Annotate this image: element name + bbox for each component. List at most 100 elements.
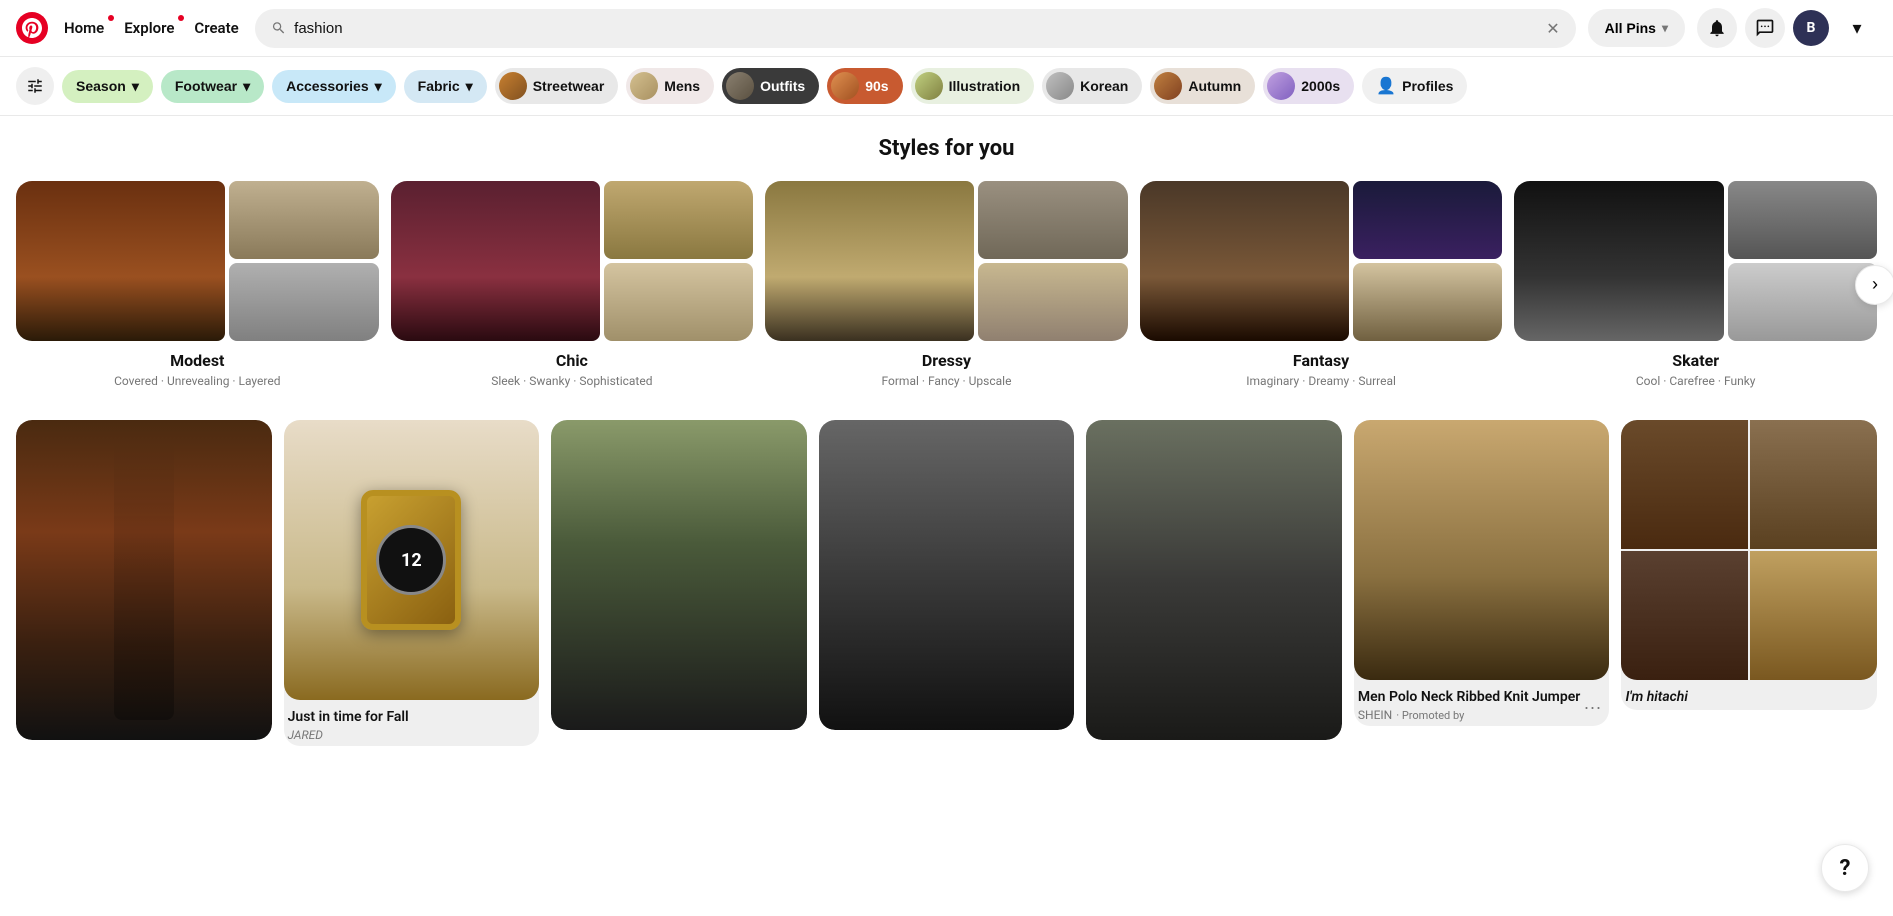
pin-black-coat[interactable] [1086, 420, 1342, 740]
autumn-label: Autumn [1188, 78, 1241, 94]
illustration-thumbnail [915, 72, 943, 100]
style-card-fantasy[interactable]: Fantasy Imaginary · Dreamy · Surreal [1140, 181, 1503, 388]
filter-streetwear[interactable]: Streetwear [495, 68, 619, 104]
pin-knit-image [1354, 420, 1610, 680]
styles-row: Modest Covered · Unrevealing · Layered C… [16, 181, 1877, 388]
promoted-badge: · Promoted by [1396, 709, 1464, 722]
search-input[interactable] [294, 20, 1538, 37]
chic-img-3 [604, 263, 753, 341]
modest-name: Modest [16, 351, 379, 370]
collage-img-4 [1750, 551, 1877, 680]
nav-create[interactable]: Create [190, 11, 242, 45]
fantasy-img-1 [1140, 181, 1349, 341]
accessories-label: Accessories [286, 78, 369, 94]
filter-fabric[interactable]: Fabric ▾ [404, 70, 487, 103]
messages-icon [1755, 18, 1775, 38]
pin-collage-info: I'm hitachi [1621, 680, 1877, 710]
avatar-button[interactable]: B [1793, 10, 1829, 46]
chic-name: Chic [391, 351, 754, 370]
explore-label: Explore [124, 19, 174, 37]
fantasy-img-2 [1353, 181, 1502, 259]
profile-icon: 👤 [1376, 76, 1396, 96]
dressy-tags: Formal · Fancy · Upscale [765, 374, 1128, 388]
filter-settings-button[interactable] [16, 67, 54, 105]
pin-knit-jumper[interactable]: Men Polo Neck Ribbed Knit Jumper SHEIN ·… [1354, 420, 1610, 726]
fantasy-name: Fantasy [1140, 351, 1503, 370]
filter-korean[interactable]: Korean [1042, 68, 1142, 104]
help-button[interactable]: ? [1821, 844, 1869, 892]
pin-watch[interactable]: 12 Just in time for Fall JARED [284, 420, 540, 746]
bell-icon [1707, 18, 1727, 38]
illustration-label: Illustration [949, 78, 1021, 94]
filter-2000s[interactable]: 2000s [1263, 68, 1354, 104]
outfits-label: Outfits [760, 78, 805, 94]
filter-season[interactable]: Season ▾ [62, 70, 153, 103]
question-mark-icon: ? [1840, 856, 1851, 881]
mens-thumbnail [630, 72, 658, 100]
avatar-initial: B [1807, 20, 1816, 36]
pin-knit-info: Men Polo Neck Ribbed Knit Jumper SHEIN ·… [1354, 680, 1610, 726]
filter-autumn[interactable]: Autumn [1150, 68, 1255, 104]
pins-grid: 12 Just in time for Fall JARED Men Polo … [16, 420, 1877, 746]
pin-dark-outfit[interactable] [819, 420, 1075, 730]
pin-collage-title: I'm hitachi [1625, 688, 1873, 706]
all-pins-button[interactable]: All Pins ▾ [1588, 9, 1685, 47]
messages-button[interactable] [1745, 8, 1785, 48]
filter-illustration[interactable]: Illustration [911, 68, 1035, 104]
create-label: Create [194, 19, 238, 37]
search-clear-button[interactable]: ✕ [1546, 19, 1559, 38]
section-title: Styles for you [16, 136, 1877, 161]
outfits-thumbnail [726, 72, 754, 100]
dressy-img-1 [765, 181, 974, 341]
filter-90s[interactable]: 90s [827, 68, 902, 104]
skater-img-1 [1514, 181, 1723, 341]
filter-mens[interactable]: Mens [626, 68, 714, 104]
style-card-modest[interactable]: Modest Covered · Unrevealing · Layered [16, 181, 379, 388]
modest-img-2 [229, 181, 378, 259]
styles-next-button[interactable]: › [1855, 265, 1893, 305]
search-icon [271, 20, 286, 36]
pin-dark-outfit-image [819, 420, 1075, 730]
home-label: Home [64, 19, 104, 37]
filter-profiles[interactable]: 👤 Profiles [1362, 68, 1467, 104]
footwear-arrow-icon: ▾ [243, 78, 250, 95]
header-icons: B ▾ [1697, 8, 1877, 48]
2000s-thumbnail [1267, 72, 1295, 100]
90s-thumbnail [831, 72, 859, 100]
style-card-dressy[interactable]: Dressy Formal · Fancy · Upscale [765, 181, 1128, 388]
dressy-img-2 [978, 181, 1127, 259]
filter-footwear[interactable]: Footwear ▾ [161, 70, 264, 103]
season-label: Season [76, 78, 126, 94]
style-card-chic[interactable]: Chic Sleek · Swanky · Sophisticated [391, 181, 754, 388]
chevron-right-icon: › [1872, 274, 1878, 295]
pin-watch-info: Just in time for Fall JARED [284, 700, 540, 746]
style-card-skater[interactable]: Skater Cool · Carefree · Funky [1514, 181, 1877, 388]
pin-more-button[interactable]: ··· [1583, 697, 1601, 718]
chevron-down-icon: ▾ [1662, 21, 1668, 35]
search-bar[interactable]: ✕ [255, 9, 1576, 48]
filter-accessories[interactable]: Accessories ▾ [272, 70, 396, 103]
skater-img-2 [1728, 181, 1877, 259]
nav-explore[interactable]: Explore [120, 11, 178, 45]
nav-home[interactable]: Home [60, 11, 108, 45]
filter-outfits[interactable]: Outfits [722, 68, 819, 104]
dropdown-chevron-button[interactable]: ▾ [1837, 8, 1877, 48]
footwear-label: Footwear [175, 78, 237, 94]
pin-brown-coat[interactable] [16, 420, 272, 740]
shein-label: SHEIN [1358, 708, 1392, 722]
pinterest-logo[interactable] [16, 12, 48, 44]
pin-black-coat-image [1086, 420, 1342, 740]
pin-collage[interactable]: I'm hitachi [1621, 420, 1877, 710]
collage-img-3 [1621, 551, 1748, 680]
skater-name: Skater [1514, 351, 1877, 370]
all-pins-label: All Pins [1605, 20, 1656, 36]
pin-green-jacket[interactable] [551, 420, 807, 730]
korean-label: Korean [1080, 78, 1128, 94]
streetwear-label: Streetwear [533, 78, 605, 94]
pin-watch-brand: JARED [288, 728, 536, 742]
settings-icon [26, 77, 44, 95]
collage-img-1 [1621, 420, 1748, 549]
notifications-button[interactable] [1697, 8, 1737, 48]
pin-knit-title: Men Polo Neck Ribbed Knit Jumper [1358, 688, 1606, 706]
2000s-label: 2000s [1301, 78, 1340, 94]
